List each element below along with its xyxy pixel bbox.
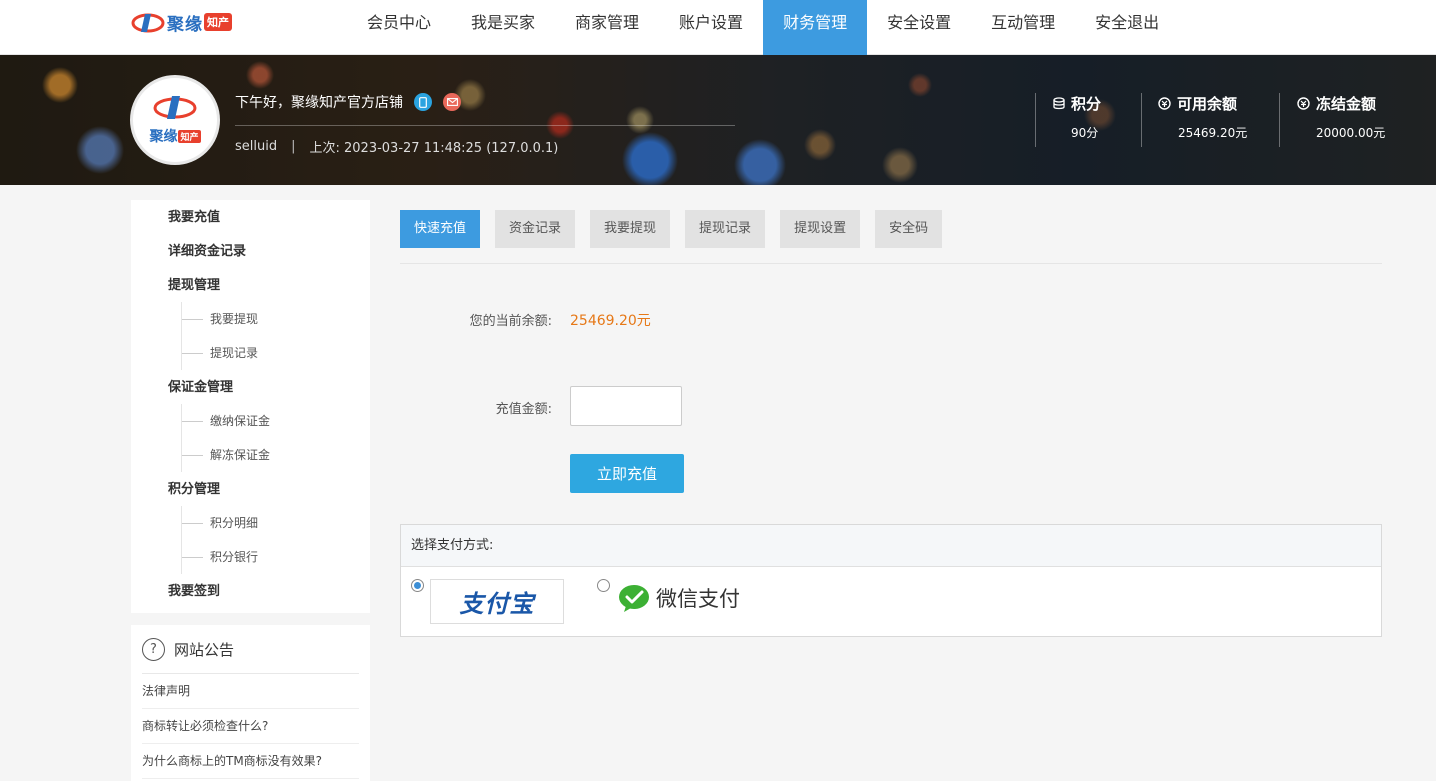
payment-method-box: 选择支付方式: 支付宝 微信支付 <box>400 524 1382 637</box>
tab-withdraw[interactable]: 我要提现 <box>590 210 671 248</box>
wechat-radio[interactable] <box>597 579 610 592</box>
amount-input[interactable] <box>570 386 682 426</box>
notice-item[interactable]: 为什么商标上的TM商标没有效果? <box>142 744 359 779</box>
avatar: 聚缘 知产 <box>130 75 220 165</box>
wechat-icon <box>619 585 649 612</box>
mail-icon[interactable] <box>443 93 461 111</box>
notice-item[interactable]: 法律声明 <box>142 674 359 709</box>
sidebar-item-withdraw-records[interactable]: 提现记录 <box>131 336 370 370</box>
frozen-icon <box>1297 97 1310 110</box>
stat-points-value: 90分 <box>1071 126 1099 140</box>
stat-points: 积分 90分 <box>1035 93 1141 147</box>
alipay-radio[interactable] <box>411 579 424 592</box>
tab-fund-records[interactable]: 资金记录 <box>495 210 576 248</box>
tab-withdraw-settings[interactable]: 提现设置 <box>780 210 861 248</box>
payment-method-title: 选择支付方式: <box>401 525 1381 567</box>
top-navbar: 聚缘 知产 会员中心 我是买家 商家管理 账户设置 财务管理 安全设置 互动管理… <box>0 0 1436 55</box>
sidebar-item-unfreeze-deposit[interactable]: 解冻保证金 <box>131 438 370 472</box>
recharge-submit-button[interactable]: 立即充值 <box>570 454 684 493</box>
stat-available-value: 25469.20元 <box>1178 126 1248 140</box>
nav-security[interactable]: 安全设置 <box>867 0 971 55</box>
notice-header: ? 网站公告 <box>142 625 359 674</box>
tab-withdraw-records[interactable]: 提现记录 <box>685 210 766 248</box>
sidebar-item-points-detail[interactable]: 积分明细 <box>131 506 370 540</box>
last-login: 上次: 2023-03-27 11:48:25 (127.0.0.1) <box>309 141 559 156</box>
avatar-logo-icon <box>153 96 197 119</box>
nav-finance[interactable]: 财务管理 <box>763 0 868 55</box>
main-nav: 会员中心 我是买家 商家管理 账户设置 财务管理 安全设置 互动管理 安全退出 <box>347 0 1179 55</box>
banner-divider <box>235 125 735 126</box>
greeting: 下午好，聚缘知产官方店铺 <box>235 92 461 112</box>
avatar-tag: 知产 <box>178 129 201 143</box>
nav-account-settings[interactable]: 账户设置 <box>659 0 763 55</box>
stat-available: 可用余额 25469.20元 <box>1141 93 1279 147</box>
user-info-line: selluid | 上次: 2023-03-27 11:48:25 (127.0… <box>235 137 558 156</box>
wallet-icon <box>1158 97 1171 110</box>
notice-title: 网站公告 <box>174 640 235 659</box>
finance-tabs: 快速充值 资金记录 我要提现 提现记录 提现设置 安全码 <box>400 210 957 248</box>
stat-available-title: 可用余额 <box>1177 95 1238 113</box>
logo-icon <box>131 13 165 33</box>
sidebar-item-points-bank[interactable]: 积分银行 <box>131 540 370 574</box>
stat-frozen-value: 20000.00元 <box>1316 126 1386 140</box>
stat-frozen-title: 冻结金额 <box>1316 95 1377 113</box>
notice-item[interactable]: 商标转让必须检查什么? <box>142 709 359 744</box>
tab-divider <box>400 263 1382 264</box>
nav-merchant[interactable]: 商家管理 <box>555 0 659 55</box>
alipay-logo: 支付宝 <box>455 584 539 621</box>
wechat-pay-option[interactable]: 微信支付 <box>618 583 740 613</box>
wechat-pay-label: 微信支付 <box>656 587 740 611</box>
amount-label: 充值金额: <box>495 402 552 417</box>
greeting-text: 下午好，聚缘知产官方店铺 <box>235 95 403 111</box>
logo-tag: 知产 <box>204 13 232 31</box>
logo-text: 聚缘 <box>167 14 203 35</box>
tab-security-code[interactable]: 安全码 <box>875 210 943 248</box>
nav-logout[interactable]: 安全退出 <box>1075 0 1179 55</box>
nav-interaction[interactable]: 互动管理 <box>971 0 1075 55</box>
sidebar-item-fund-records[interactable]: 详细资金记录 <box>131 234 370 268</box>
separator: | <box>291 139 296 154</box>
avatar-text: 聚缘 <box>149 129 178 145</box>
site-logo[interactable]: 聚缘 知产 <box>131 9 232 35</box>
alipay-option[interactable]: 支付宝 <box>430 579 564 624</box>
sidebar-item-deposit-mgmt[interactable]: 保证金管理 <box>131 370 370 404</box>
stat-points-title: 积分 <box>1071 95 1102 113</box>
nav-member-center[interactable]: 会员中心 <box>347 0 451 55</box>
site-notice-panel: ? 网站公告 法律声明 商标转让必须检查什么? 为什么商标上的TM商标没有效果? <box>131 625 370 781</box>
profile-banner: 聚缘 知产 下午好，聚缘知产官方店铺 selluid | 上次: 2023-03… <box>0 55 1436 185</box>
sidebar-item-recharge[interactable]: 我要充值 <box>131 200 370 234</box>
sidebar-item-withdraw[interactable]: 我要提现 <box>131 302 370 336</box>
sidebar-item-points-mgmt[interactable]: 积分管理 <box>131 472 370 506</box>
tab-quick-recharge[interactable]: 快速充值 <box>400 210 481 248</box>
sidebar-item-checkin[interactable]: 我要签到 <box>131 574 370 608</box>
phone-icon[interactable] <box>414 93 432 111</box>
question-icon: ? <box>142 637 165 661</box>
stat-frozen: 冻结金额 20000.00元 <box>1279 93 1419 147</box>
balance-label: 您的当前余额: <box>469 314 552 329</box>
nav-buyer[interactable]: 我是买家 <box>451 0 555 55</box>
sidebar-item-pay-deposit[interactable]: 缴纳保证金 <box>131 404 370 438</box>
username: selluid <box>235 139 278 154</box>
sidebar-item-withdraw-mgmt[interactable]: 提现管理 <box>131 268 370 302</box>
coins-icon <box>1053 97 1065 110</box>
balance-value: 25469.20元 <box>570 313 651 329</box>
finance-sidebar: 我要充值 详细资金记录 提现管理 我要提现 提现记录 保证金管理 缴纳保证金 解… <box>131 200 370 613</box>
